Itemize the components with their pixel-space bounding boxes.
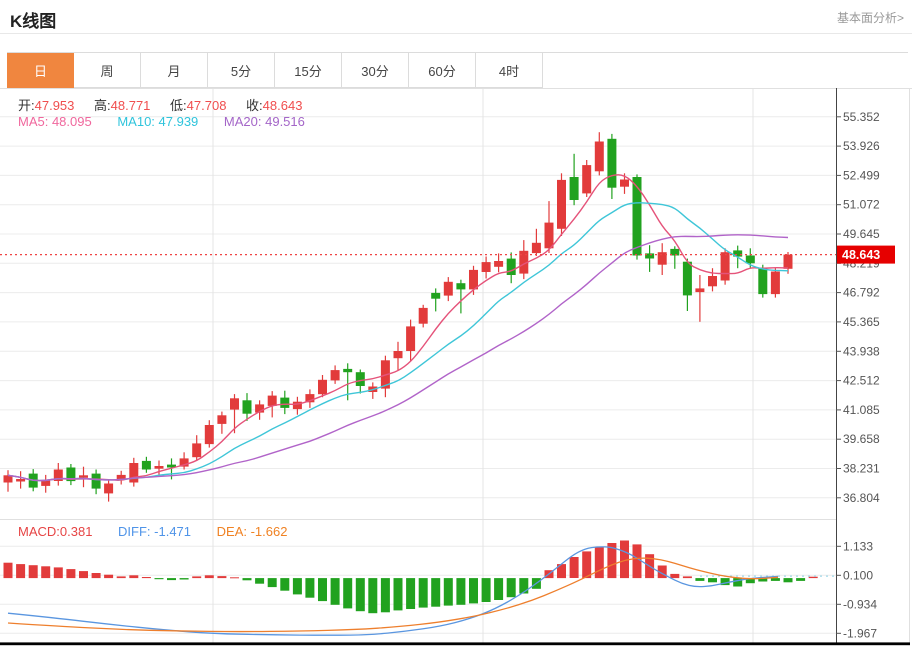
current-price-tag: 48.643 [837,246,895,264]
price-axis-label: 38.231 [843,462,880,476]
price-axis-label: 41.085 [843,403,880,417]
gridlines [0,88,836,643]
price-axis-label: 49.645 [843,227,880,241]
ma-lines-layer [8,175,788,481]
price-axis-label: 36.804 [843,491,880,505]
svg-text:48.643: 48.643 [842,248,880,262]
price-axis-label: 42.512 [843,374,880,388]
kline-page: K线图 基本面分析> 日 周 月 5分 15分 30分 60分 4时 55.35… [0,0,912,646]
panel-borders [0,88,912,643]
price-axis-label: 46.792 [843,286,880,300]
price-axis-label: 43.938 [843,344,880,358]
price-axis-label: 55.352 [843,110,880,124]
candles-layer [4,132,793,501]
price-axis-label: 53.926 [843,139,880,153]
macd-axis-label: 0.100 [843,568,873,582]
macd-lines-layer [8,547,778,635]
price-axis-label: 52.499 [843,168,880,182]
macd-axis-label: -1.967 [843,626,877,640]
kline-chart[interactable]: 55.35253.92652.49951.07249.64548.21946.7… [0,0,912,646]
price-axis: 55.35253.92652.49951.07249.64548.21946.7… [836,88,880,643]
price-axis-label: 45.365 [843,315,880,329]
price-axis-label: 51.072 [843,198,880,212]
price-axis-label: 39.658 [843,432,880,446]
macd-axis-label: -0.934 [843,597,877,611]
bottom-axis-border [0,642,910,645]
macd-axis-label: 1.133 [843,539,873,553]
macd-histogram-layer [4,541,837,614]
